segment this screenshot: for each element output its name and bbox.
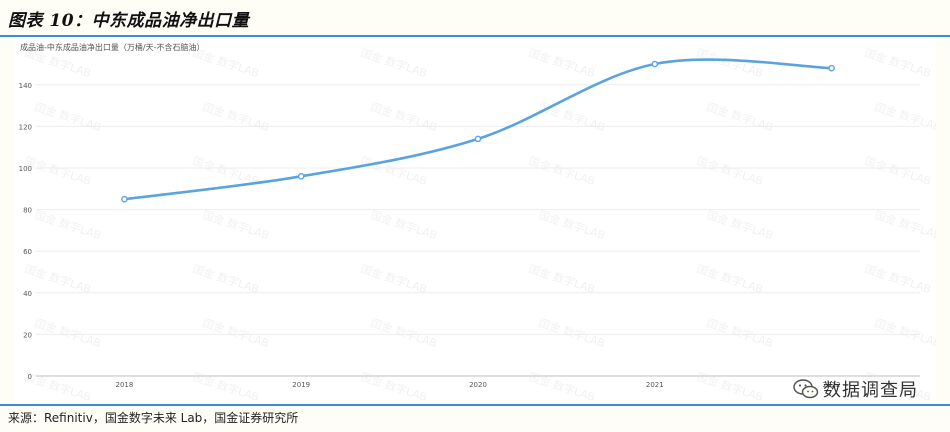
watermark-text: 国金 数字LAB xyxy=(359,262,429,297)
watermark-text: 国金 数字LAB xyxy=(537,100,607,135)
data-point xyxy=(651,60,659,68)
watermark-text: 国金 数字LAB xyxy=(695,154,765,189)
data-point xyxy=(474,135,482,143)
y-tick-label: 20 xyxy=(23,331,32,339)
watermark-text: 国金 数字LAB xyxy=(23,370,93,400)
line-chart: 国金 数字LAB 国金 数字LAB 国金 数字LAB 国金 数字LAB 国金 数字LAB… xyxy=(19,42,936,400)
watermark-text: 国金 数字LAB xyxy=(359,370,429,400)
wechat-icon xyxy=(793,379,819,399)
watermark-text: 国金 数字LAB xyxy=(695,46,765,81)
y-tick-labels: 0 20 40 60 80 100 120 140 xyxy=(19,82,32,381)
watermark-text: 国金 数字LAB xyxy=(873,208,936,243)
watermark-text: 国金 数字LAB xyxy=(527,262,597,297)
watermark-text: 国金 数字LAB xyxy=(33,208,103,243)
watermark-text: 国金 数字LAB xyxy=(527,46,597,81)
watermark-text: 国金 数字LAB xyxy=(23,154,93,189)
source-note: 来源：Refinitiv，国金数字未来 Lab，国金证券研究所 xyxy=(8,411,299,425)
data-points xyxy=(121,60,835,203)
x-tick-label: 2020 xyxy=(469,381,487,389)
watermark-text: 国金 数字LAB xyxy=(191,262,261,297)
header: 图表 10：中东成品油净出口量 xyxy=(0,0,950,36)
y-tick-label: 100 xyxy=(19,165,32,173)
y-tick-label: 60 xyxy=(23,248,32,256)
watermark-text: 国金 数字LAB xyxy=(705,100,775,135)
watermark-text: 国金 数字LAB xyxy=(369,208,439,243)
watermark-text: 国金 数字LAB xyxy=(873,100,936,135)
x-tick-label: 2021 xyxy=(646,381,664,389)
x-tick-label: 2018 xyxy=(115,381,133,389)
y-tick-label: 120 xyxy=(19,123,32,131)
y-axis-label: 成品油-中东成品油净出口量（万桶/天-不含石脑油） xyxy=(20,42,204,52)
watermark-text: 国金 数字LAB xyxy=(705,208,775,243)
wechat-watermark: 数据调查局 xyxy=(793,376,918,402)
chart-panel: 国金 数字LAB 国金 数字LAB 国金 数字LAB 国金 数字LAB 国金 数字LAB… xyxy=(14,38,936,400)
watermark-brand-text: 数据调查局 xyxy=(823,380,918,401)
watermark-text: 国金 数字LAB xyxy=(201,316,271,351)
watermark-text: 国金 数字LAB xyxy=(23,262,93,297)
watermark-text: 国金 数字LAB xyxy=(191,370,261,400)
watermark-text: 国金 数字LAB xyxy=(863,262,933,297)
watermark-text: 国金 数字LAB xyxy=(873,316,936,351)
data-point xyxy=(297,173,305,180)
y-tick-label: 40 xyxy=(23,290,32,298)
watermark-text: 国金 数字LAB xyxy=(201,208,271,243)
gridlines xyxy=(36,84,920,377)
watermark-text: 国金 数字LAB xyxy=(527,154,597,189)
top-rule xyxy=(0,35,950,37)
watermark-text: 国金 数字LAB xyxy=(359,46,429,81)
watermark-text: 国金 数字LAB xyxy=(33,100,103,135)
x-tick-label: 2019 xyxy=(292,381,310,389)
y-tick-label: 140 xyxy=(19,82,32,90)
watermark-text: 国金 数字LAB xyxy=(705,316,775,351)
y-tick-label: 80 xyxy=(23,207,32,215)
watermark-text: 国金 数字LAB xyxy=(695,370,765,400)
watermark-text: 国金 数字LAB xyxy=(537,208,607,243)
watermark-text: 国金 数字LAB xyxy=(33,316,103,351)
data-point xyxy=(121,195,128,203)
watermark-text: 国金 数字LAB xyxy=(537,316,607,351)
bottom-rule xyxy=(0,404,950,406)
data-point xyxy=(828,64,835,72)
watermark-text: 国金 数字LAB xyxy=(369,100,439,135)
watermark-text: 国金 数字LAB xyxy=(201,100,271,135)
watermark-pattern: 国金 数字LAB 国金 数字LAB 国金 数字LAB 国金 数字LAB 国金 数字LAB… xyxy=(23,46,936,400)
watermark-text: 国金 数字LAB xyxy=(863,46,933,81)
watermark-text: 国金 数字LAB xyxy=(695,262,765,297)
watermark-text: 国金 数字LAB xyxy=(527,370,597,400)
watermark-text: 国金 数字LAB xyxy=(369,316,439,351)
watermark-text: 国金 数字LAB xyxy=(863,154,933,189)
y-tick-label: 0 xyxy=(28,373,32,381)
figure-title: 图表 10：中东成品油净出口量 xyxy=(8,11,250,31)
